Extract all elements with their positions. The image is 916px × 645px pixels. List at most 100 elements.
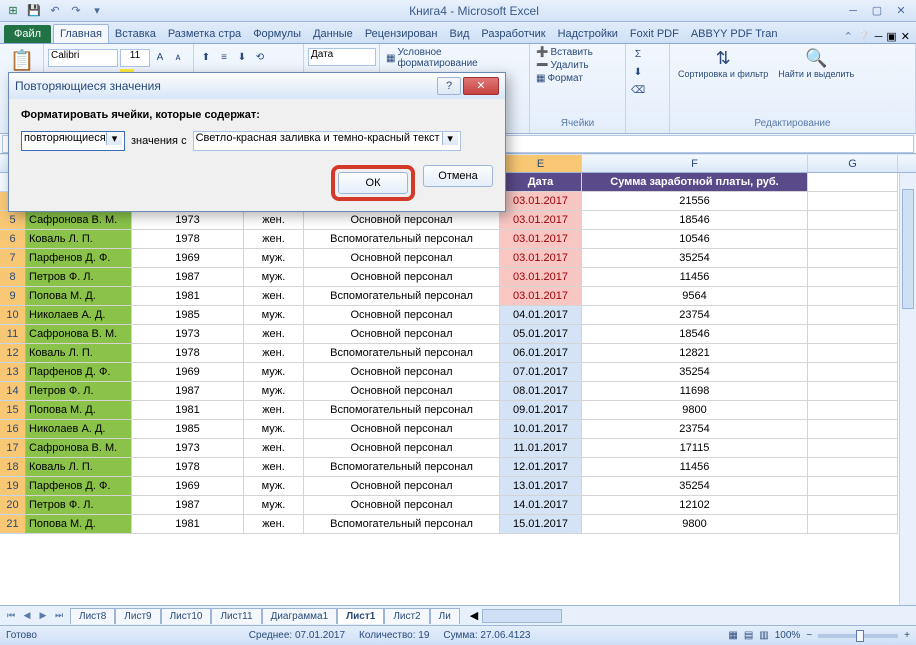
- orientation-icon[interactable]: ⟲: [252, 49, 268, 65]
- sheet-tab[interactable]: Лист8: [70, 608, 115, 624]
- cell[interactable]: 35254: [582, 249, 808, 268]
- cell[interactable]: Николаев А. Д.: [26, 420, 132, 439]
- cell[interactable]: жен.: [244, 211, 304, 230]
- cell[interactable]: Вспомогательный персонал: [304, 515, 500, 534]
- cell[interactable]: [808, 382, 898, 401]
- cell[interactable]: 12821: [582, 344, 808, 363]
- undo-icon[interactable]: ↶: [46, 2, 64, 20]
- cell[interactable]: [808, 325, 898, 344]
- cell[interactable]: 12.01.2017: [500, 458, 582, 477]
- cell[interactable]: 03.01.2017: [500, 249, 582, 268]
- row-header[interactable]: 11: [0, 325, 26, 344]
- cell[interactable]: 23754: [582, 306, 808, 325]
- cell[interactable]: муж.: [244, 420, 304, 439]
- tab-addins[interactable]: Надстройки: [552, 25, 624, 43]
- sheet-prev-icon[interactable]: ◀: [20, 610, 34, 621]
- align-middle-icon[interactable]: ≡: [216, 49, 232, 65]
- cell[interactable]: Вспомогательный персонал: [304, 458, 500, 477]
- cell[interactable]: Вспомогательный персонал: [304, 230, 500, 249]
- cell[interactable]: жен.: [244, 344, 304, 363]
- row-header[interactable]: 21: [0, 515, 26, 534]
- cell[interactable]: 03.01.2017: [500, 287, 582, 306]
- sheet-tab[interactable]: Лист9: [115, 608, 160, 624]
- zoom-slider[interactable]: [818, 634, 898, 638]
- cell[interactable]: Коваль Л. П.: [26, 344, 132, 363]
- cell[interactable]: Парфенов Д. Ф.: [26, 363, 132, 382]
- cell[interactable]: Парфенов Д. Ф.: [26, 477, 132, 496]
- row-header[interactable]: 18: [0, 458, 26, 477]
- cell[interactable]: Николаев А. Д.: [26, 306, 132, 325]
- cell[interactable]: [808, 439, 898, 458]
- condition-select[interactable]: повторяющиеся▾: [21, 131, 125, 151]
- insert-cells-button[interactable]: ➕Вставить: [534, 46, 595, 59]
- ok-button[interactable]: ОК: [338, 172, 408, 194]
- cell[interactable]: жен.: [244, 515, 304, 534]
- cell[interactable]: 1973: [132, 325, 244, 344]
- horizontal-scrollbar[interactable]: ◀: [470, 608, 916, 624]
- cell[interactable]: Основной персонал: [304, 325, 500, 344]
- cell[interactable]: [808, 496, 898, 515]
- tab-formulas[interactable]: Формулы: [247, 25, 307, 43]
- tab-data[interactable]: Данные: [307, 25, 359, 43]
- delete-cells-button[interactable]: ➖Удалить: [534, 59, 591, 72]
- font-size-select[interactable]: 11: [120, 49, 150, 67]
- cell[interactable]: 08.01.2017: [500, 382, 582, 401]
- cell[interactable]: муж.: [244, 382, 304, 401]
- tab-home[interactable]: Главная: [53, 24, 109, 43]
- file-tab[interactable]: Файл: [4, 25, 51, 43]
- view-pagebreak-icon[interactable]: ▥: [759, 630, 768, 641]
- cell[interactable]: 35254: [582, 477, 808, 496]
- tab-foxit[interactable]: Foxit PDF: [624, 25, 685, 43]
- cell[interactable]: 03.01.2017: [500, 230, 582, 249]
- align-bottom-icon[interactable]: ⬇: [234, 49, 250, 65]
- cancel-button[interactable]: Отмена: [423, 165, 493, 187]
- cell[interactable]: Петров Ф. Л.: [26, 268, 132, 287]
- paste-button[interactable]: 📋: [4, 46, 40, 75]
- vertical-scrollbar[interactable]: [899, 173, 916, 605]
- row-header[interactable]: 7: [0, 249, 26, 268]
- cell[interactable]: муж.: [244, 496, 304, 515]
- cell[interactable]: 9800: [582, 401, 808, 420]
- clear-icon[interactable]: ⌫: [630, 82, 646, 98]
- ribbon-minimize-icon[interactable]: ⌃: [844, 30, 853, 43]
- cell[interactable]: 1969: [132, 363, 244, 382]
- zoom-thumb[interactable]: [856, 630, 864, 642]
- help-icon[interactable]: ❔: [857, 30, 871, 43]
- cell[interactable]: 07.01.2017: [500, 363, 582, 382]
- cell[interactable]: Сафронова В. М.: [26, 439, 132, 458]
- row-header[interactable]: 16: [0, 420, 26, 439]
- sheet-tab[interactable]: Диаграмма1: [262, 608, 338, 624]
- cell[interactable]: 11698: [582, 382, 808, 401]
- cell[interactable]: 11.01.2017: [500, 439, 582, 458]
- cell[interactable]: 1969: [132, 249, 244, 268]
- row-header[interactable]: 5: [0, 211, 26, 230]
- tab-review[interactable]: Рецензирован: [359, 25, 444, 43]
- cell[interactable]: 03.01.2017: [500, 268, 582, 287]
- hscroll-left-icon[interactable]: ◀: [470, 609, 478, 622]
- cell[interactable]: муж.: [244, 268, 304, 287]
- cell[interactable]: 1985: [132, 306, 244, 325]
- cell[interactable]: 1978: [132, 230, 244, 249]
- cell[interactable]: [808, 268, 898, 287]
- maximize-icon[interactable]: ▢: [866, 3, 888, 19]
- fill-icon[interactable]: ⬇: [630, 64, 646, 80]
- cell[interactable]: Попова М. Д.: [26, 401, 132, 420]
- cell[interactable]: Попова М. Д.: [26, 287, 132, 306]
- cell[interactable]: [808, 192, 898, 211]
- cell[interactable]: 1987: [132, 268, 244, 287]
- cell[interactable]: муж.: [244, 477, 304, 496]
- cell[interactable]: 03.01.2017: [500, 192, 582, 211]
- cell[interactable]: жен.: [244, 230, 304, 249]
- cell[interactable]: 10.01.2017: [500, 420, 582, 439]
- dialog-help-button[interactable]: ?: [437, 77, 461, 95]
- dialog-close-button[interactable]: ✕: [463, 77, 499, 95]
- cell[interactable]: 03.01.2017: [500, 211, 582, 230]
- sheet-tab[interactable]: Лист1: [337, 608, 384, 624]
- cell[interactable]: 11456: [582, 458, 808, 477]
- cell[interactable]: [808, 458, 898, 477]
- cell[interactable]: 21556: [582, 192, 808, 211]
- cell[interactable]: Парфенов Д. Ф.: [26, 249, 132, 268]
- cell[interactable]: жен.: [244, 287, 304, 306]
- row-header[interactable]: 14: [0, 382, 26, 401]
- zoom-out-icon[interactable]: −: [806, 630, 812, 641]
